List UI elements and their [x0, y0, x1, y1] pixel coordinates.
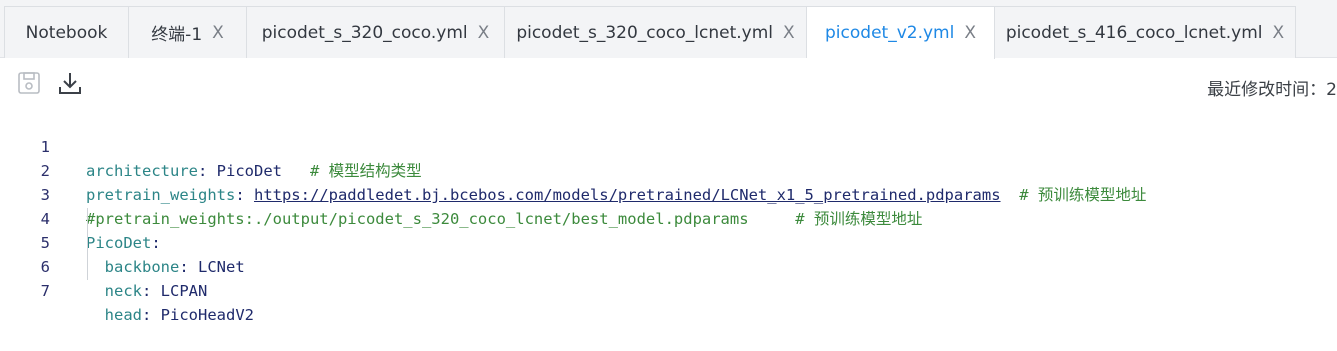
indent-guide: [87, 208, 88, 280]
last-modified-value: 2: [1326, 80, 1337, 100]
close-icon[interactable]: X: [964, 23, 976, 43]
tab-label: Notebook: [25, 22, 108, 43]
tab-picodet-s-320-coco-lcnet[interactable]: picodet_s_320_coco_lcnet.yml X: [505, 6, 807, 58]
download-icon[interactable]: [56, 69, 84, 97]
tab-label: 终端-1: [151, 25, 203, 45]
tab-label: picodet_s_416_coco_lcnet.yml: [1005, 22, 1263, 43]
yaml-key: neck: [104, 282, 142, 300]
save-icon[interactable]: [15, 69, 43, 97]
yaml-key: head: [104, 306, 142, 324]
yaml-value: PicoHeadV2: [160, 306, 254, 324]
yaml-sep: :: [142, 306, 161, 324]
tab-notebook[interactable]: Notebook: [4, 6, 129, 58]
tab-label: picodet_v2.yml: [825, 23, 955, 43]
last-modified: 最近修改时间：2: [1207, 75, 1337, 100]
tab-label: picodet_s_320_coco.yml: [261, 22, 468, 43]
close-icon[interactable]: X: [478, 23, 490, 43]
tab-bar: Notebook 终端-1 X picodet_s_320_coco.yml X…: [0, 0, 1337, 59]
tab-picodet-v2[interactable]: picodet_v2.yml X: [807, 6, 995, 59]
tab-terminal-1[interactable]: 终端-1 X: [129, 6, 247, 58]
editor-toolbar: [0, 58, 1337, 108]
last-modified-label: 最近修改时间：: [1207, 80, 1327, 100]
code-line: 7 head: PicoHeadV2: [0, 255, 1337, 324]
code-line: 4 PicoDet:: [0, 183, 1337, 252]
code-line: 5 backbone: LCNet: [0, 207, 1337, 276]
yaml-value: LCPAN: [160, 282, 208, 300]
code-line: 6 neck: LCPAN: [0, 231, 1337, 300]
code-line: 2 pretrain_weights: https://paddledet.bj…: [0, 135, 1337, 204]
tab-picodet-s-320-coco[interactable]: picodet_s_320_coco.yml X: [247, 6, 505, 58]
yaml-sep: :: [142, 282, 161, 300]
close-icon[interactable]: X: [212, 23, 224, 43]
line-number: 7: [40, 282, 50, 300]
code-line: 3 #pretrain_weights:./output/picodet_s_3…: [0, 159, 1337, 228]
close-icon[interactable]: X: [783, 23, 795, 43]
code-line: 1 architecture: PicoDet # 模型结构类型: [0, 111, 1337, 180]
tab-label: picodet_s_320_coco_lcnet.yml: [516, 22, 774, 43]
tab-picodet-s-416-coco-lcnet[interactable]: picodet_s_416_coco_lcnet.yml X: [995, 6, 1296, 58]
close-icon[interactable]: X: [1273, 23, 1285, 43]
